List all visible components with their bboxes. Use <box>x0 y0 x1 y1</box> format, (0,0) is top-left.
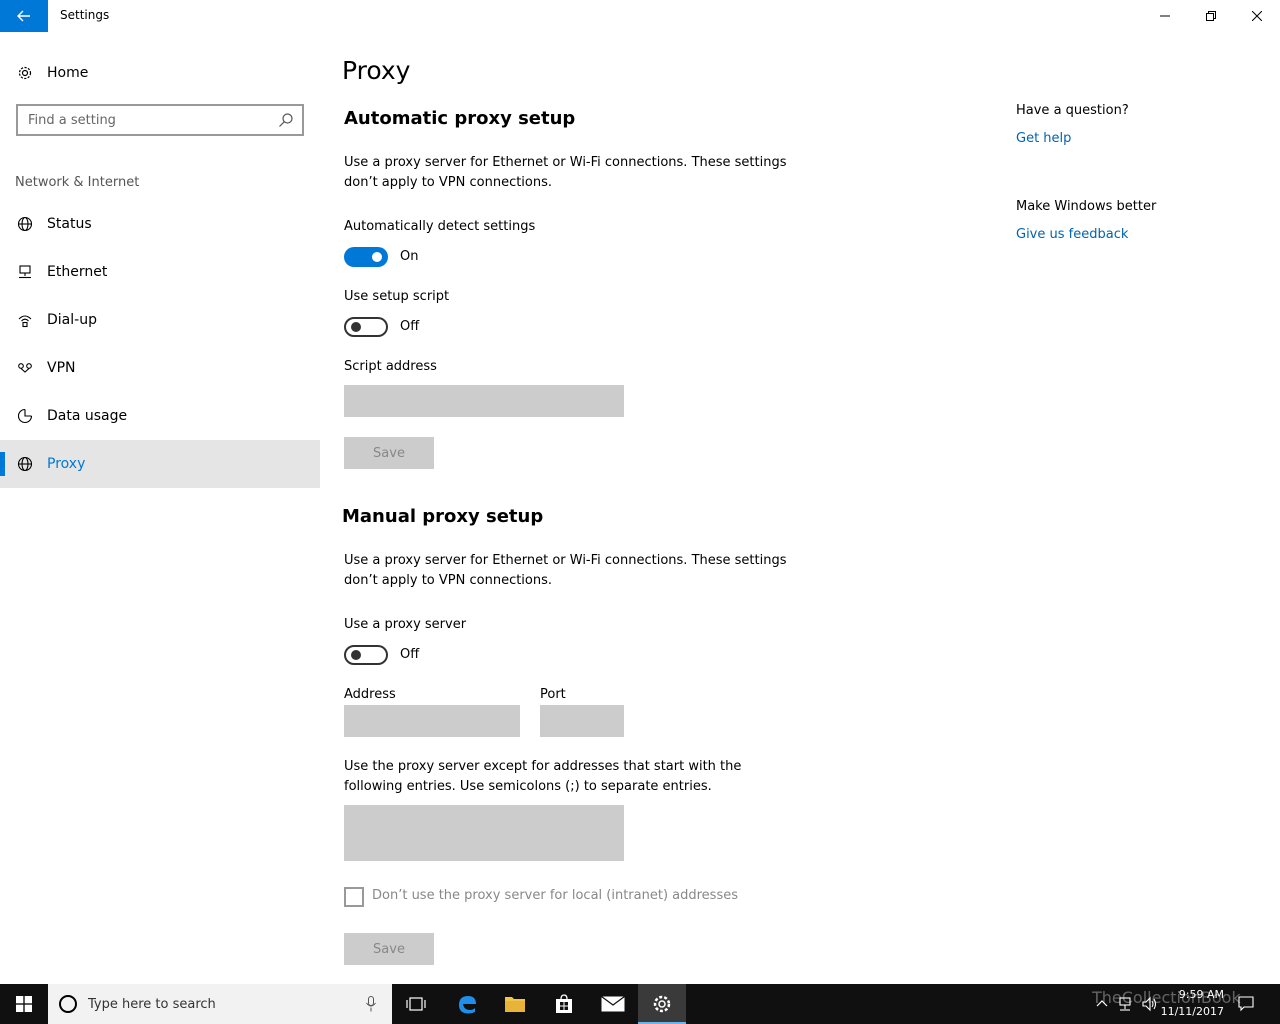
minimize-icon <box>1160 15 1170 17</box>
gear-icon <box>653 995 671 1013</box>
question-heading: Have a question? <box>1016 103 1129 118</box>
automatic-proxy-description: Use a proxy server for Ethernet or Wi-Fi… <box>344 155 787 190</box>
sidebar-item-label: Status <box>47 216 92 232</box>
task-view-button[interactable] <box>392 984 440 1024</box>
sidebar-item-label: Ethernet <box>47 264 108 280</box>
file-explorer-button[interactable] <box>491 984 539 1024</box>
restore-icon <box>1206 11 1216 21</box>
settings-taskbar-button[interactable] <box>638 984 686 1024</box>
mail-button[interactable] <box>589 984 637 1024</box>
address-input[interactable] <box>344 705 520 737</box>
minimize-button[interactable] <box>1142 0 1188 32</box>
address-label: Address <box>344 687 396 702</box>
local-address-checkbox[interactable] <box>344 887 364 907</box>
restore-button[interactable] <box>1188 0 1234 32</box>
script-address-label: Script address <box>344 359 437 374</box>
taskbar-search[interactable] <box>48 984 392 1024</box>
taskbar-search-input[interactable] <box>88 994 348 1014</box>
toggle-knob <box>351 322 361 332</box>
exceptions-description: Use the proxy server except for addresse… <box>344 759 742 794</box>
search-box[interactable] <box>16 104 304 136</box>
sidebar-item-label: Dial-up <box>47 312 97 328</box>
exceptions-textarea[interactable] <box>344 805 624 861</box>
automatic-proxy-heading: Automatic proxy setup <box>344 108 576 129</box>
use-proxy-label: Use a proxy server <box>344 617 467 632</box>
close-icon <box>1252 11 1262 21</box>
automatic-save-button[interactable]: Save <box>344 437 434 469</box>
mail-icon <box>601 996 625 1012</box>
search-input[interactable] <box>28 111 268 129</box>
data-usage-icon <box>16 407 34 425</box>
sidebar-item-label: Proxy <box>47 456 86 472</box>
task-view-icon <box>406 997 426 1011</box>
sidebar-item-status[interactable]: Status <box>0 200 320 248</box>
active-indicator <box>0 452 5 476</box>
globe-icon <box>16 455 34 473</box>
edge-icon <box>459 996 476 1014</box>
setup-script-toggle[interactable] <box>344 317 388 337</box>
toggle-knob <box>372 252 382 262</box>
use-proxy-toggle[interactable] <box>344 645 388 665</box>
chevron-up-icon[interactable] <box>1096 999 1108 1007</box>
section-label: Network & Internet <box>15 175 140 190</box>
volume-icon[interactable] <box>1142 996 1158 1012</box>
network-icon[interactable] <box>1118 996 1134 1012</box>
sidebar: Home Network & Internet Status <box>0 32 320 984</box>
auto-detect-state: On <box>400 249 419 264</box>
cortana-icon <box>59 995 77 1013</box>
search-icon[interactable] <box>278 112 294 128</box>
port-input[interactable] <box>540 705 624 737</box>
clock-date[interactable]: 11/11/2017 <box>1160 1005 1224 1018</box>
microphone-icon[interactable] <box>366 996 376 1012</box>
sidebar-item-ethernet[interactable]: Ethernet <box>0 248 320 296</box>
feedback-heading: Make Windows better <box>1016 199 1157 214</box>
window-title: Settings <box>60 8 110 22</box>
store-bag-icon <box>556 994 572 1013</box>
sidebar-item-data-usage[interactable]: Data usage <box>0 392 320 440</box>
manual-proxy-heading: Manual proxy setup <box>342 506 544 527</box>
page-title: Proxy <box>342 56 411 85</box>
title-bar: Settings <box>0 0 1280 32</box>
close-button[interactable] <box>1234 0 1280 32</box>
ethernet-icon <box>16 263 34 281</box>
back-button[interactable] <box>0 0 48 32</box>
manual-proxy-description: Use a proxy server for Ethernet or Wi-Fi… <box>344 553 787 588</box>
action-center-icon[interactable] <box>1238 996 1254 1012</box>
sidebar-item-label: VPN <box>47 360 76 376</box>
manual-save-button[interactable]: Save <box>344 933 434 965</box>
setup-script-label: Use setup script <box>344 289 450 304</box>
auto-detect-label: Automatically detect settings <box>344 219 536 234</box>
sidebar-item-dialup[interactable]: Dial-up <box>0 296 320 344</box>
toggle-knob <box>351 650 361 660</box>
script-address-input[interactable] <box>344 385 624 417</box>
gear-icon <box>16 64 34 82</box>
clock-time[interactable]: 9:59 AM <box>1160 988 1224 1001</box>
sidebar-item-label: Home <box>47 65 89 81</box>
vpn-icon <box>16 359 34 377</box>
dialup-icon <box>16 311 34 329</box>
port-label: Port <box>540 687 566 702</box>
give-feedback-link[interactable]: Give us feedback <box>1016 227 1128 242</box>
store-button[interactable] <box>540 984 588 1024</box>
get-help-link[interactable]: Get help <box>1016 131 1071 146</box>
globe-status-icon <box>16 215 34 233</box>
start-button[interactable] <box>0 984 48 1024</box>
sidebar-item-vpn[interactable]: VPN <box>0 344 320 392</box>
edge-button[interactable] <box>443 984 491 1024</box>
local-address-checkbox-label: Don’t use the proxy server for local (in… <box>372 888 738 903</box>
sidebar-item-proxy[interactable]: Proxy <box>0 440 320 488</box>
setup-script-state: Off <box>400 319 420 334</box>
sidebar-item-label: Data usage <box>47 408 128 424</box>
sidebar-item-home[interactable]: Home <box>0 58 320 88</box>
use-proxy-state: Off <box>400 647 420 662</box>
back-arrow-icon <box>17 10 30 22</box>
windows-logo-icon <box>16 996 32 1012</box>
taskbar: TheCollectionBook 9:59 AM 11/11/2017 <box>0 984 1280 1024</box>
folder-icon <box>505 997 525 1012</box>
auto-detect-toggle[interactable] <box>344 247 388 267</box>
